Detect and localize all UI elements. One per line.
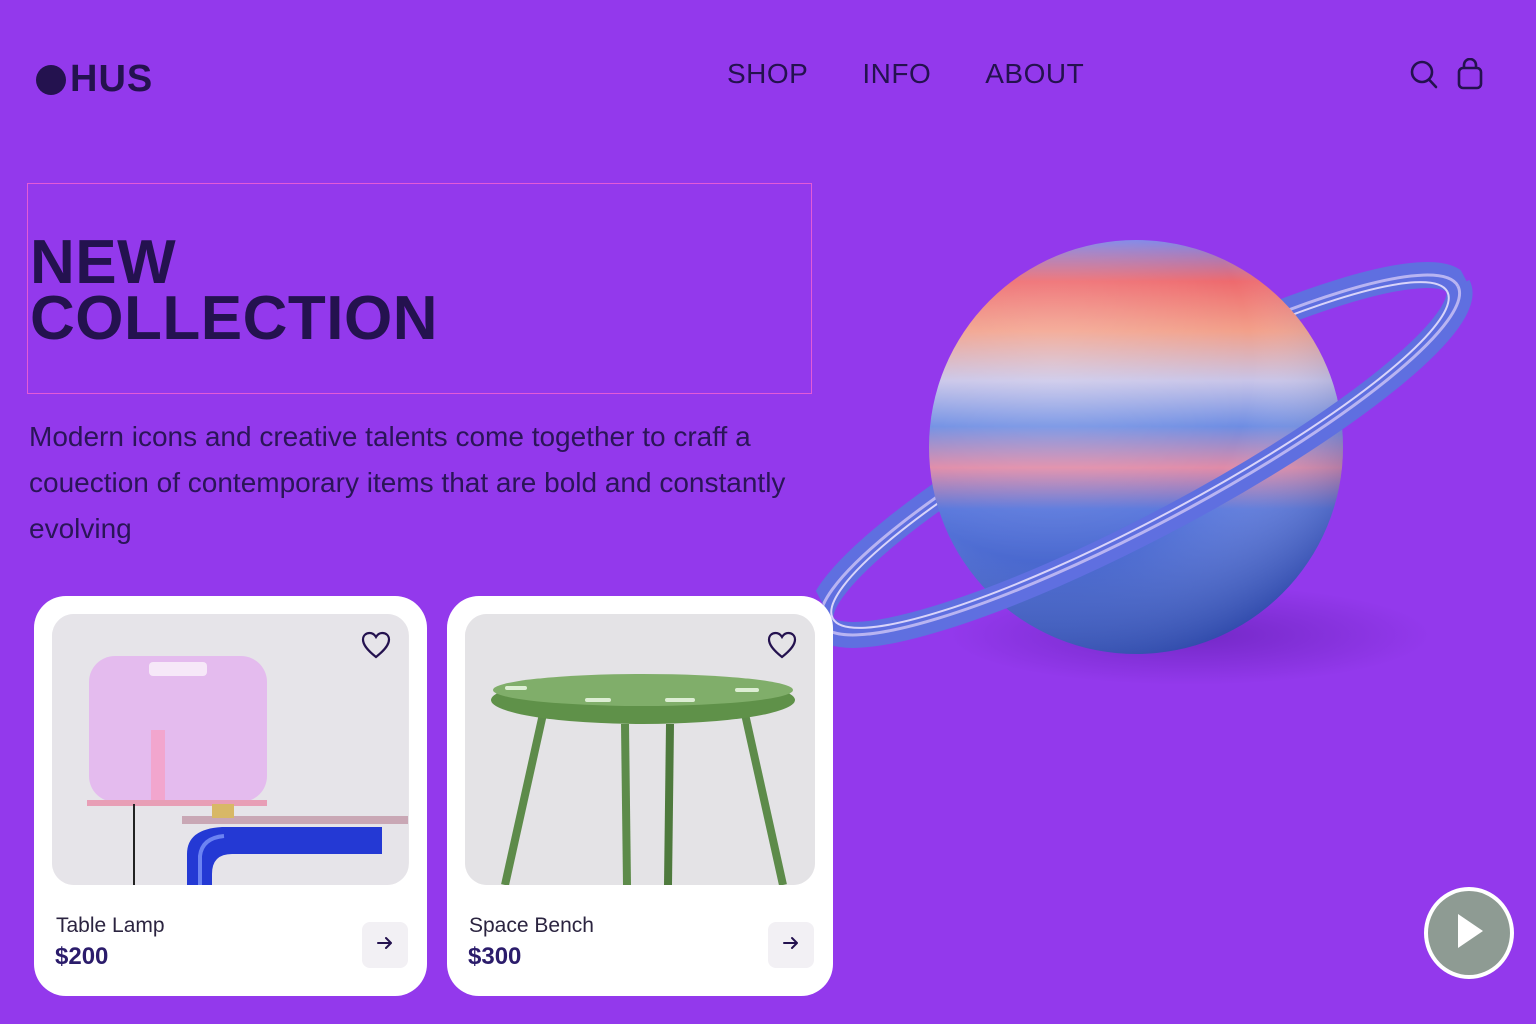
product-name: Space Bench xyxy=(469,914,594,937)
arrow-right-icon xyxy=(783,936,799,955)
planet-illustration xyxy=(790,215,1510,695)
table-lamp-image xyxy=(52,614,409,885)
arrow-right-icon xyxy=(377,936,393,955)
favorite-heart-icon[interactable] xyxy=(359,628,393,662)
nav-info[interactable]: INFO xyxy=(862,58,931,90)
hero-title: NEW COLLECTION xyxy=(30,228,438,353)
header-icons xyxy=(1410,58,1484,90)
page: HUS SHOP INFO ABOUT NEW COLLECTION Moder… xyxy=(0,0,1536,1024)
hero-title-line-2: COLLECTION xyxy=(30,284,438,353)
product-card-table-lamp[interactable]: Table Lamp $200 xyxy=(34,596,427,996)
favorite-heart-icon[interactable] xyxy=(765,628,799,662)
logo-text: HUS xyxy=(70,58,154,100)
product-name: Table Lamp xyxy=(56,914,165,937)
product-arrow-button[interactable] xyxy=(768,922,814,968)
nav-shop[interactable]: SHOP xyxy=(727,58,808,90)
search-icon[interactable] xyxy=(1410,59,1438,89)
play-icon xyxy=(1452,911,1486,956)
logo-dot xyxy=(36,64,66,95)
play-button[interactable] xyxy=(1424,887,1514,979)
hero-subtitle: Modern icons and creative talents come t… xyxy=(29,421,786,544)
product-arrow-button[interactable] xyxy=(362,922,408,968)
product-price: $200 xyxy=(55,943,109,970)
product-price: $300 xyxy=(468,943,522,970)
main-nav: SHOP INFO ABOUT xyxy=(727,58,1084,90)
logo[interactable]: HUS xyxy=(36,58,153,101)
nav-about[interactable]: ABOUT xyxy=(985,58,1084,90)
hero-title-line-1: NEW xyxy=(30,228,177,297)
product-card-space-bench[interactable]: Space Bench $300 xyxy=(447,596,833,996)
space-bench-image xyxy=(465,614,815,885)
shopping-bag-icon[interactable] xyxy=(1456,58,1484,90)
